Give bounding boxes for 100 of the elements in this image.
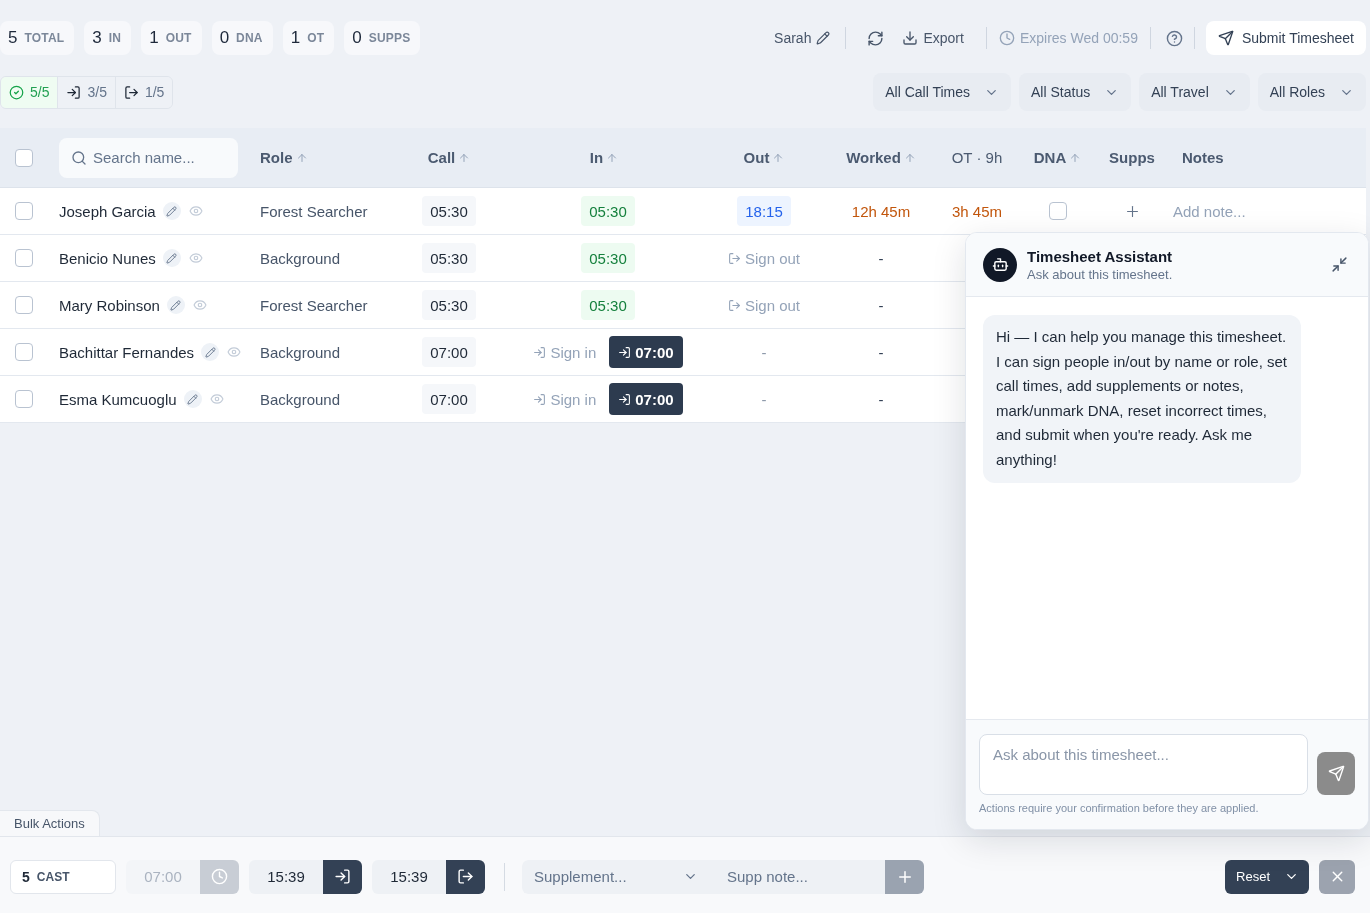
row-checkbox[interactable] [15,390,33,408]
robot-icon [983,247,1017,282]
stat-chip: 5 TOTAL [0,21,75,55]
supplement-dropdown[interactable]: Supplement... [522,859,710,894]
stat-chip: 3 IN [84,21,132,55]
send-icon [1217,30,1234,46]
worked-hours: 12h 45m [851,202,911,220]
row-checkbox[interactable] [15,296,33,314]
reset-button[interactable]: Reset [1225,859,1309,894]
sign-in-time: 05:30 [581,243,635,273]
stat-chip: 0 DNA [211,21,273,55]
arrow-up-icon [606,151,619,164]
minimize-button[interactable] [1331,256,1348,273]
close-button[interactable] [1319,859,1355,894]
progress-filter-tab[interactable]: 5/5 [1,76,59,108]
download-icon [902,30,919,46]
empty-value: - [761,343,767,361]
call-time: 05:30 [422,243,476,273]
add-button[interactable] [885,859,924,894]
dna-checkbox[interactable] [1048,202,1067,220]
arrow-up-icon [458,151,471,164]
eye-icon[interactable] [188,204,203,218]
pencil-icon[interactable] [166,296,185,314]
column-header[interactable]: Out [743,149,785,166]
pencil-icon[interactable] [183,390,202,408]
sign-in-time: 05:30 [581,196,635,226]
sign-out-icon [123,84,139,100]
column-header: Supps [1109,149,1155,166]
assistant-message: Hi — I can help you manage this timesheet. I can sign people in/out by name or role, set call times, add supplements or notes, mark/unmark DNA, reset incorrect times, and submit when you're ready. Ask me anything! [983,315,1301,483]
send-icon [1327,765,1345,782]
eye-icon[interactable] [227,345,242,359]
row-checkbox[interactable] [15,202,33,220]
cast-count-chip: 5 CAST [10,859,116,894]
arrow-up-icon [772,151,785,164]
check-circle-icon [9,84,24,100]
column-header: OT · 9h [951,149,1003,166]
sign-out-icon [457,868,474,885]
export-button[interactable]: Export [898,23,968,53]
submit-timesheet-button[interactable]: Submit Timesheet [1205,21,1366,55]
pencil-icon[interactable] [162,202,181,220]
note-field[interactable]: Add note... [1173,202,1343,220]
sign-out-time-field[interactable]: 15:39 [372,859,446,894]
column-header[interactable]: Call [427,149,471,166]
sign-in-time-field[interactable]: 15:39 [249,859,323,894]
user-name-button[interactable]: Sarah [770,23,835,53]
overtime-hours: 3h 45m [951,202,1002,220]
crew-role: Background [260,249,341,267]
worked-hours: - [878,343,884,361]
chat-input[interactable]: Ask about this timesheet... [979,734,1309,795]
call-time: 07:00 [422,337,476,367]
sign-in-time-button[interactable]: 07:00 [609,383,683,415]
pencil-icon [816,31,831,45]
pencil-icon[interactable] [162,249,181,267]
filter-dropdown[interactable]: All Roles [1257,73,1366,111]
column-header: Notes [1182,149,1224,166]
sign-in-icon [533,345,547,359]
help-icon [1165,29,1183,47]
crew-role: Forest Searcher [260,202,368,220]
arrow-up-icon [295,151,308,164]
eye-icon[interactable] [188,251,203,265]
select-all-checkbox[interactable] [15,148,33,167]
worked-hours: - [878,296,884,314]
call-time: 07:00 [422,384,476,414]
filter-dropdown[interactable]: All Call Times [873,73,1012,111]
crew-name: Joseph Garcia [59,202,156,220]
column-header[interactable]: In [589,149,619,166]
call-time: 05:30 [422,290,476,320]
row-checkbox[interactable] [15,343,33,361]
panel-subtitle: Ask about this timesheet. [1027,266,1174,282]
stat-chip: 0 SUPPS [344,21,421,55]
sign-out-time: 18:15 [737,196,791,226]
crew-name: Bachittar Fernandes [59,343,195,361]
arrow-up-icon [903,151,916,164]
column-header[interactable]: Worked [846,149,916,166]
sign-in-icon [334,868,351,885]
search-field[interactable]: Search name... [59,137,238,178]
sign-in-time: 05:30 [581,290,635,320]
sign-in-icon [618,392,632,406]
bulk-actions-tab[interactable]: Bulk Actions [0,810,100,836]
eye-icon[interactable] [209,392,224,406]
call-time: 05:30 [422,196,476,226]
supp-note-field[interactable]: Supp note... [710,859,885,894]
eye-icon[interactable] [192,298,207,312]
crew-name: Mary Robinson [59,296,160,314]
crew-role: Background [260,390,341,408]
expiry-text: Expires Wed 00:59 [1019,30,1138,46]
filter-dropdown[interactable]: All Travel [1139,73,1250,111]
sign-in-button[interactable] [323,859,362,894]
column-header[interactable]: DNA [1033,149,1082,166]
clock-icon [211,868,228,885]
call-time-button[interactable] [200,859,239,894]
pencil-icon[interactable] [201,343,220,361]
filter-dropdown[interactable]: All Status [1019,73,1132,111]
sign-out-button[interactable] [446,859,485,894]
column-header[interactable]: Role [260,149,308,166]
crew-role: Forest Searcher [260,296,368,314]
row-checkbox[interactable] [15,249,33,267]
refresh-icon [867,29,885,47]
arrow-up-icon [1069,151,1082,164]
sign-in-time-button[interactable]: 07:00 [609,336,683,368]
